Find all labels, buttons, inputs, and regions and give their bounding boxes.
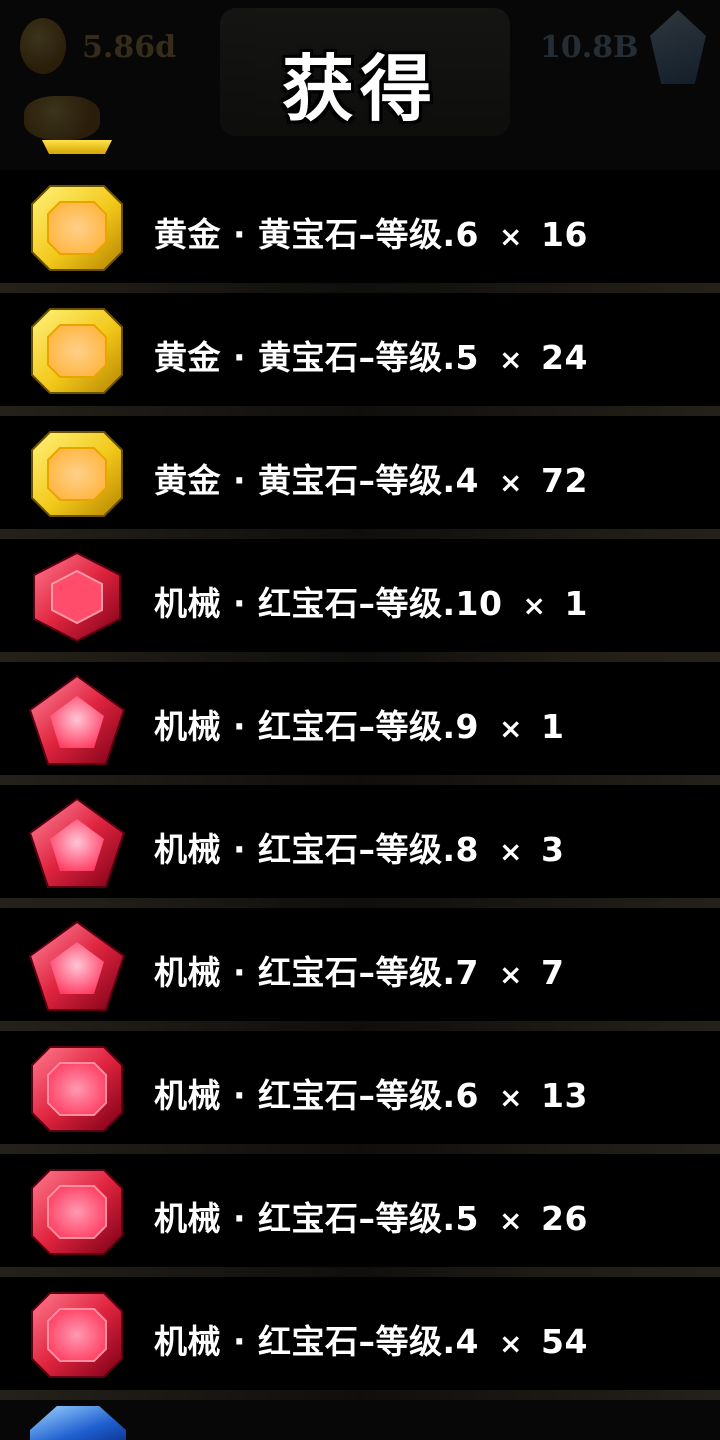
item-name: 黄金 · 黄宝石–等级.5 xyxy=(154,338,480,377)
item-count: 72 xyxy=(540,461,588,500)
reward-screen: 5.86d 10.8B 获得 黄金 · 黄宝石–等级.6 × 16 黄金 · 黄宝石–… xyxy=(0,0,720,1440)
multiply-sign: × xyxy=(499,835,523,868)
reward-item-row[interactable]: 机械 · 红宝石–等级.9 × 1 xyxy=(0,662,720,785)
item-count: 54 xyxy=(540,1322,588,1361)
reward-item-row[interactable]: 机械 · 红宝石–等级.8 × 3 xyxy=(0,785,720,908)
reward-list[interactable]: 黄金 · 黄宝石–等级.6 × 16 黄金 · 黄宝石–等级.5 × 24 黄金 · 黄宝石… xyxy=(0,170,720,1400)
item-name: 机械 · 红宝石–等级.4 xyxy=(154,1322,480,1361)
reward-item-row[interactable]: 黄金 · 黄宝石–等级.5 × 24 xyxy=(0,293,720,416)
ruby-pentagon-icon xyxy=(28,674,126,766)
ruby-pentagon-icon xyxy=(28,920,126,1012)
multiply-sign: × xyxy=(522,589,547,622)
item-count: 3 xyxy=(540,830,565,869)
row-divider xyxy=(0,898,720,908)
item-label: 机械 · 红宝石–等级.8 × 3 xyxy=(154,823,564,871)
reward-item-row[interactable]: 机械 · 红宝石–等级.5 × 26 xyxy=(0,1154,720,1277)
item-count: 16 xyxy=(540,215,588,254)
item-count: 7 xyxy=(540,953,565,992)
item-label: 机械 · 红宝石–等级.6 × 13 xyxy=(154,1069,588,1117)
ruby-square-icon xyxy=(28,1043,126,1135)
item-label: 黄金 · 黄宝石–等级.4 × 72 xyxy=(154,454,588,502)
row-divider xyxy=(0,1144,720,1154)
item-name: 黄金 · 黄宝石–等级.4 xyxy=(154,461,480,500)
reward-item-row[interactable]: 黄金 · 黄宝石–等级.6 × 16 xyxy=(0,170,720,293)
item-label: 黄金 · 黄宝石–等级.5 × 24 xyxy=(154,331,588,379)
row-divider xyxy=(0,775,720,785)
item-name: 机械 · 红宝石–等级.5 xyxy=(154,1199,480,1238)
multiply-sign: × xyxy=(499,958,523,991)
item-count: 13 xyxy=(540,1076,588,1115)
reward-item-row[interactable]: 机械 · 红宝石–等级.7 × 7 xyxy=(0,908,720,1031)
gold-square-icon xyxy=(28,305,126,397)
gold-square-icon xyxy=(28,428,126,520)
multiply-sign: × xyxy=(499,220,523,253)
gold-gem-partial-icon xyxy=(42,140,112,154)
reward-title: 获得 xyxy=(281,47,438,131)
row-divider xyxy=(0,1267,720,1277)
item-name: 机械 · 红宝石–等级.9 xyxy=(154,707,480,746)
multiply-sign: × xyxy=(499,712,523,745)
item-name: 机械 · 红宝石–等级.6 xyxy=(154,1076,480,1115)
item-name: 机械 · 红宝石–等级.8 xyxy=(154,830,480,869)
item-count: 1 xyxy=(540,707,565,746)
item-count: 24 xyxy=(540,338,588,377)
multiply-sign: × xyxy=(499,466,523,499)
reward-item-row[interactable]: 机械 · 红宝石–等级.10 × 1 xyxy=(0,539,720,662)
item-count: 26 xyxy=(540,1199,588,1238)
row-divider xyxy=(0,406,720,416)
reward-item-row[interactable]: 机械 · 红宝石–等级.4 × 54 xyxy=(0,1277,720,1400)
ruby-hexagon-icon xyxy=(28,551,126,643)
reward-item-row[interactable]: 黄金 · 黄宝石–等级.4 × 72 xyxy=(0,416,720,539)
ruby-pentagon-icon xyxy=(28,797,126,889)
ruby-square-icon xyxy=(28,1166,126,1258)
item-label: 黄金 · 黄宝石–等级.6 × 16 xyxy=(154,208,588,256)
row-divider xyxy=(0,1390,720,1400)
item-count: 1 xyxy=(564,584,588,623)
row-divider xyxy=(0,1021,720,1031)
reward-item-row[interactable]: 机械 · 红宝石–等级.6 × 13 xyxy=(0,1031,720,1154)
item-name: 机械 · 红宝石–等级.10 xyxy=(154,584,503,623)
item-label: 机械 · 红宝石–等级.4 × 54 xyxy=(154,1315,588,1363)
row-divider xyxy=(0,529,720,539)
multiply-sign: × xyxy=(499,1081,523,1114)
item-name: 黄金 · 黄宝石–等级.6 xyxy=(154,215,480,254)
row-divider xyxy=(0,283,720,293)
item-name: 机械 · 红宝石–等级.7 xyxy=(154,953,480,992)
item-label: 机械 · 红宝石–等级.10 × 1 xyxy=(154,577,588,625)
multiply-sign: × xyxy=(499,343,523,376)
item-label: 机械 · 红宝石–等级.7 × 7 xyxy=(154,946,564,994)
multiply-sign: × xyxy=(499,1327,523,1360)
gold-square-icon xyxy=(28,182,126,274)
item-label: 机械 · 红宝石–等级.9 × 1 xyxy=(154,700,564,748)
multiply-sign: × xyxy=(499,1204,523,1237)
item-label: 机械 · 红宝石–等级.5 × 26 xyxy=(154,1192,588,1240)
row-divider xyxy=(0,652,720,662)
ruby-square-icon xyxy=(28,1289,126,1381)
